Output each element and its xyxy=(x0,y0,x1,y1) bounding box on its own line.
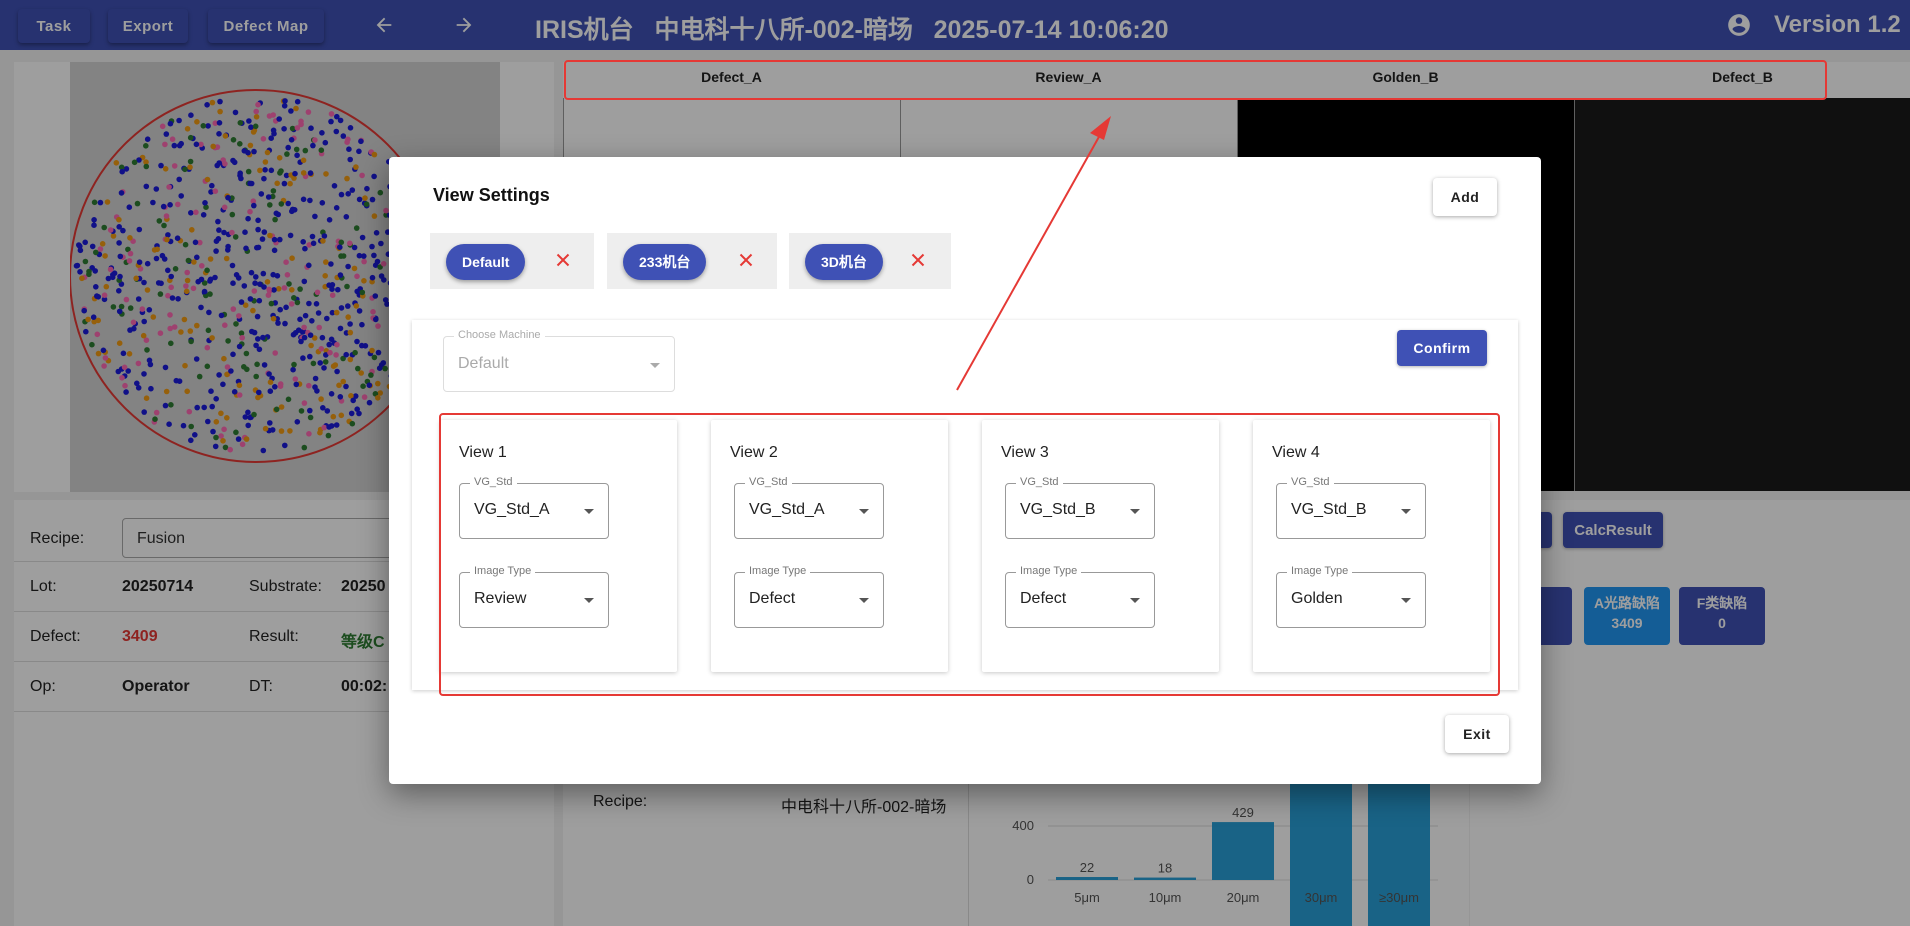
view-title: View 1 xyxy=(459,444,507,461)
vg-std-value: VG_Std_A xyxy=(749,501,825,518)
view-title: View 2 xyxy=(730,444,778,461)
chevron-down-icon xyxy=(584,509,594,514)
add-button[interactable]: Add xyxy=(1433,178,1497,216)
image-type-select[interactable]: Image Type Defect xyxy=(734,565,884,628)
chevron-down-icon xyxy=(859,509,869,514)
vg-std-label: VG_Std xyxy=(470,476,517,488)
vg-std-select[interactable]: VG_Std VG_Std_B xyxy=(1276,476,1426,539)
chip-3d[interactable]: 3D机台 xyxy=(805,244,883,280)
close-icon[interactable] xyxy=(735,249,757,271)
chevron-down-icon xyxy=(1130,509,1140,514)
chip-233[interactable]: 233机台 xyxy=(623,244,707,280)
close-icon[interactable] xyxy=(907,249,929,271)
vg-std-label: VG_Std xyxy=(1287,476,1334,488)
view-card-3: View 3 VG_Std VG_Std_B Image Type Defect xyxy=(982,420,1219,672)
vg-std-label: VG_Std xyxy=(745,476,792,488)
vg-std-value: VG_Std_B xyxy=(1020,501,1096,518)
vg-std-select[interactable]: VG_Std VG_Std_A xyxy=(459,476,609,539)
chevron-down-icon xyxy=(650,363,660,368)
view-settings-dialog: View Settings Add Default 233机台 3D机台 Cho… xyxy=(389,157,1541,784)
view-title: View 3 xyxy=(1001,444,1049,461)
chip-default[interactable]: Default xyxy=(446,244,526,280)
vg-std-select[interactable]: VG_Std VG_Std_B xyxy=(1005,476,1155,539)
image-type-select[interactable]: Image Type Golden xyxy=(1276,565,1426,628)
chevron-down-icon xyxy=(1130,598,1140,603)
image-type-label: Image Type xyxy=(745,565,811,577)
vg-std-value: VG_Std_B xyxy=(1291,501,1367,518)
chevron-down-icon xyxy=(859,598,869,603)
vg-std-select[interactable]: VG_Std VG_Std_A xyxy=(734,476,884,539)
image-type-label: Image Type xyxy=(1287,565,1353,577)
chevron-down-icon xyxy=(584,598,594,603)
chevron-down-icon xyxy=(1401,598,1411,603)
dialog-title: View Settings xyxy=(433,185,550,205)
exit-button[interactable]: Exit xyxy=(1445,715,1509,753)
choose-machine-select[interactable]: Choose Machine Default xyxy=(443,329,675,392)
image-type-label: Image Type xyxy=(470,565,536,577)
settings-card: Choose Machine Default Confirm View 1 VG… xyxy=(412,320,1518,690)
view-card-1: View 1 VG_Std VG_Std_A Image Type Review xyxy=(440,420,677,672)
image-type-label: Image Type xyxy=(1016,565,1082,577)
choose-machine-value: Default xyxy=(458,355,509,372)
image-type-value: Defect xyxy=(1020,590,1067,607)
chip-container-233: 233机台 xyxy=(607,233,777,289)
image-type-select[interactable]: Image Type Defect xyxy=(1005,565,1155,628)
image-type-value: Defect xyxy=(749,590,796,607)
chip-container-default: Default xyxy=(430,233,594,289)
close-icon[interactable] xyxy=(552,249,574,271)
vg-std-value: VG_Std_A xyxy=(474,501,550,518)
chip-container-3d: 3D机台 xyxy=(789,233,951,289)
image-type-value: Golden xyxy=(1291,590,1343,607)
image-type-value: Review xyxy=(474,590,527,607)
image-type-select[interactable]: Image Type Review xyxy=(459,565,609,628)
view-title: View 4 xyxy=(1272,444,1320,461)
view-card-4: View 4 VG_Std VG_Std_B Image Type Golden xyxy=(1253,420,1490,672)
vg-std-label: VG_Std xyxy=(1016,476,1063,488)
chevron-down-icon xyxy=(1401,509,1411,514)
confirm-button[interactable]: Confirm xyxy=(1397,330,1487,366)
view-card-2: View 2 VG_Std VG_Std_A Image Type Defect xyxy=(711,420,948,672)
choose-machine-label: Choose Machine xyxy=(454,329,545,341)
